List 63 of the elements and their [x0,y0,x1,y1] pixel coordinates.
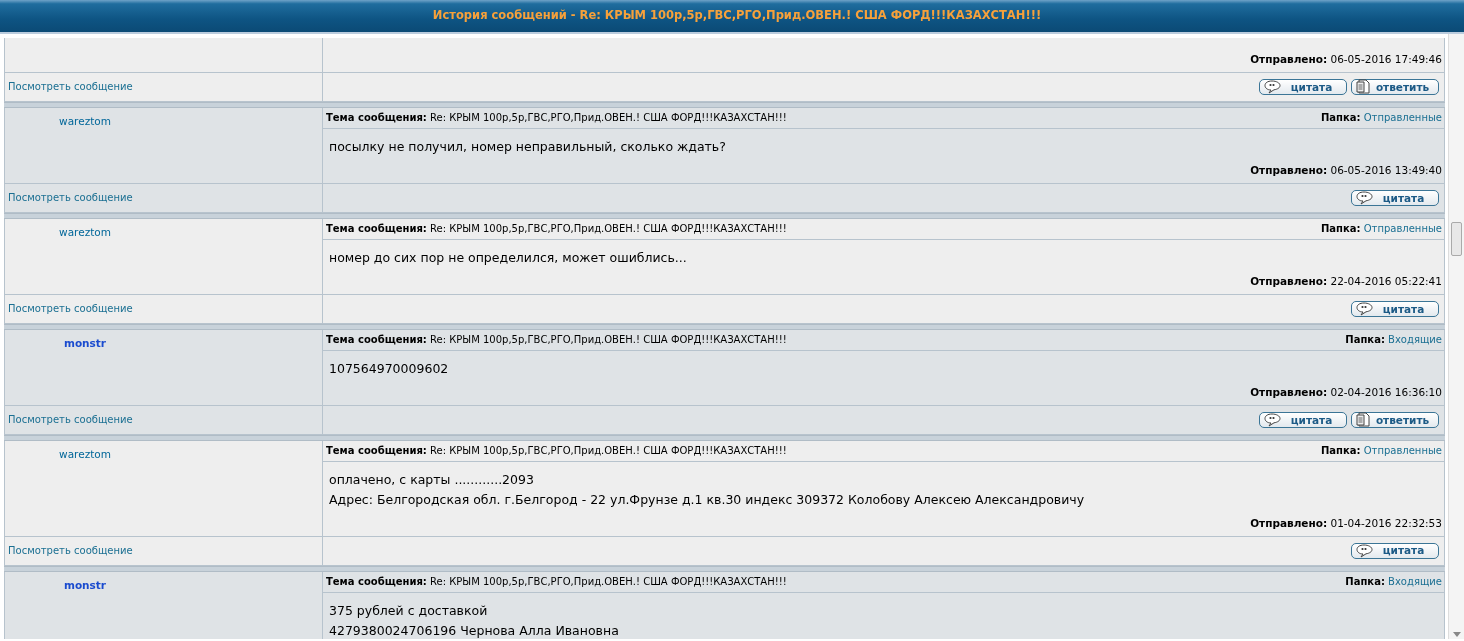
document-icon [1356,79,1371,95]
sent-date: 02-04-2016 16:36:10 [1330,386,1442,398]
folder-link[interactable]: Входящие [1388,576,1442,587]
message-text: 375 рублей с доставкой 4279380024706196 Чернова Алла Ивановна [329,601,620,639]
author-link[interactable]: wareztom [5,113,165,130]
folder-link[interactable]: Отправленные [1363,112,1442,124]
sent-date: 06-05-2016 17:49:46 [1330,53,1442,65]
author-link[interactable]: monstr [5,335,165,352]
folder-label: Папка: [1345,576,1385,587]
folder-link[interactable]: Входящие [1388,334,1442,346]
message-text: посылку не получил, номер неправильный, сколько ждать? [329,137,727,156]
sent-label: Отправлено: [1250,275,1328,287]
folder-link[interactable]: Отправленные [1363,223,1442,235]
speech-bubble-icon [1356,190,1373,205]
view-message-link[interactable]: Посмотреть сообщение [8,81,133,92]
subject-label: Тема сообщения: [326,334,427,346]
quote-button[interactable]: цитата [1259,411,1347,428]
folder-link[interactable]: Отправленные [1363,445,1442,457]
author-link[interactable]: monstr [5,577,165,594]
subject-label: Тема сообщения: [326,223,427,235]
subject-text: Re: КРЫМ 100р,5р,ГВС,РГО,Прид.ОВЕН.! США ФОРД!!!КАЗАХСТАН!!! [430,223,787,235]
subject-text: Re: КРЫМ 100р,5р,ГВС,РГО,Прид.ОВЕН.! США ФОРД!!!КАЗАХСТАН!!! [430,334,787,346]
sent-label: Отправлено: [1250,386,1328,398]
view-message-link[interactable]: Посмотреть сообщение [8,545,133,556]
author-link[interactable]: wareztom [5,224,165,241]
page-title: История сообщений - Re: КРЫМ 100р,5р,ГВС,РГО,Прид.ОВЕН.! США ФОРД!!!КАЗАХСТАН!!! [432,7,1042,25]
speech-bubble-icon [1356,301,1373,316]
subject-text: Re: КРЫМ 100р,5р,ГВС,РГО,Прид.ОВЕН.! США ФОРД!!!КАЗАХСТАН!!! [430,576,787,587]
document-icon [1356,412,1371,428]
speech-bubble-icon [1356,543,1373,558]
folder-label: Папка: [1345,334,1385,346]
quote-button[interactable]: цитата [1351,542,1439,559]
quote-button[interactable]: цитата [1351,300,1439,317]
subject-label: Тема сообщения: [326,112,427,124]
sent-date: 01-04-2016 22:32:53 [1330,516,1442,529]
view-message-link[interactable]: Посмотреть сообщение [8,192,133,203]
message-text: номер до сих пор не определился, может ошиблись... [329,248,688,267]
sent-date: 22-04-2016 05:22:41 [1330,275,1442,287]
reply-button[interactable]: ответить [1351,78,1439,95]
scroll-down-arrow-icon[interactable] [1453,632,1461,637]
sent-date: 06-05-2016 13:49:40 [1330,164,1442,176]
subject-text: Re: КРЫМ 100р,5р,ГВС,РГО,Прид.ОВЕН.! США ФОРД!!!КАЗАХСТАН!!! [430,445,787,457]
sent-label: Отправлено: [1250,164,1328,176]
view-message-link[interactable]: Посмотреть сообщение [8,303,133,314]
scrollbar[interactable] [1448,34,1464,639]
quote-button[interactable]: цитата [1351,189,1439,206]
quote-button[interactable]: цитата [1259,78,1347,95]
sent-label: Отправлено: [1250,53,1328,65]
subject-text: Re: КРЫМ 100р,5р,ГВС,РГО,Прид.ОВЕН.! США ФОРД!!!КАЗАХСТАН!!! [430,112,787,124]
folder-label: Папка: [1320,112,1361,124]
author-link[interactable]: wareztom [5,446,165,463]
subject-label: Тема сообщения: [326,576,427,587]
folder-label: Папка: [1320,445,1361,457]
message-text: 107564970009602 [329,359,450,378]
subject-label: Тема сообщения: [326,445,427,457]
message-text: оплачено, с карты ............2093 Адрес: Белгородская обл. г.Белгород - 22 ул.Фрунзе д.1 кв.30 индекс 309372 Колобову Алексею Александровичу [329,470,1086,509]
speech-bubble-icon [1264,412,1281,427]
speech-bubble-icon [1264,79,1281,94]
scrollbar-thumb[interactable] [1451,222,1462,256]
reply-button[interactable]: ответить [1351,411,1439,428]
view-message-link[interactable]: Посмотреть сообщение [8,414,133,425]
folder-label: Папка: [1320,223,1361,235]
sent-label: Отправлено: [1250,516,1328,529]
